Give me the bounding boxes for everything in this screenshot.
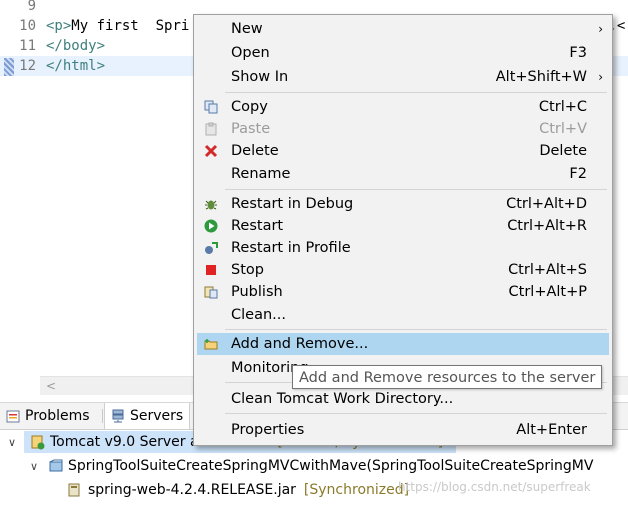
stop-icon [204, 263, 218, 277]
project-name: SpringToolSuiteCreateSpringMVCwithMave(S… [68, 458, 594, 474]
tab-label: Servers [130, 408, 184, 424]
jar-name: spring-web-4.2.4.RELEASE.jar [88, 482, 296, 498]
tab-label: Problems [25, 408, 90, 424]
code-text: <p>My first Spri [46, 18, 190, 34]
line-number: 9 [27, 0, 36, 14]
tree-row-project[interactable]: ∨ SpringToolSuiteCreateSpringMVCwithMave… [30, 455, 628, 477]
menu-item-delete[interactable]: Delete Delete [197, 140, 609, 162]
menu-separator [225, 329, 607, 330]
restart-icon [204, 219, 218, 233]
expand-chevron-icon[interactable]: ∨ [30, 460, 44, 473]
menu-item-new[interactable]: New › [197, 18, 609, 40]
menu-item-add-and-remove[interactable]: Add and Remove... [197, 333, 609, 355]
menu-separator [225, 413, 607, 414]
copy-icon [204, 100, 218, 114]
menu-item-stop[interactable]: Stop Ctrl+Alt+S [197, 259, 609, 281]
jar-icon [66, 482, 82, 498]
menu-item-copy[interactable]: Copy Ctrl+C [197, 96, 609, 118]
servers-icon [111, 409, 125, 423]
menu-item-clean-tomcat-work-directory[interactable]: Clean Tomcat Work Directory... [197, 388, 609, 410]
change-marker [4, 58, 14, 76]
paste-icon [204, 122, 218, 136]
line-number: 10 [19, 18, 36, 34]
menu-item-clean[interactable]: Clean... [197, 304, 609, 326]
problems-icon [6, 409, 20, 423]
expand-chevron-icon[interactable]: ∨ [8, 436, 16, 449]
submenu-arrow-icon: › [598, 22, 603, 36]
line-number: 11 [19, 38, 36, 54]
menu-item-restart[interactable]: Restart Ctrl+Alt+R [197, 215, 609, 237]
jar-status: [Synchronized] [303, 482, 410, 498]
tab-problems[interactable]: Problems [6, 403, 90, 429]
code-text: </body> [46, 38, 106, 54]
submenu-arrow-icon: › [598, 70, 603, 84]
watermark-text: https://blog.csdn.net/superfreak [398, 480, 591, 494]
menu-item-properties[interactable]: Properties Alt+Enter [197, 419, 609, 441]
tab-separator [102, 409, 103, 423]
menu-item-restart-in-debug[interactable]: Restart in Debug Ctrl+Alt+D [197, 193, 609, 215]
tomcat-server-icon [30, 434, 46, 450]
tooltip: Add and Remove resources to the server [292, 365, 602, 389]
menu-separator [225, 92, 607, 93]
menu-separator [225, 189, 607, 190]
debug-icon [204, 197, 218, 211]
add-remove-icon [204, 337, 218, 351]
menu-item-publish[interactable]: Publish Ctrl+Alt+P [197, 281, 609, 303]
menu-item-paste[interactable]: Paste Ctrl+V [197, 118, 609, 140]
delete-icon [204, 144, 218, 158]
menu-item-open[interactable]: Open F3 [197, 42, 609, 64]
profile-icon [204, 241, 218, 255]
scroll-left-icon[interactable]: < [46, 377, 56, 395]
menu-item-show-in[interactable]: Show In Alt+Shift+W › [197, 66, 609, 88]
code-text: </html> [46, 58, 106, 74]
publish-icon [204, 285, 218, 299]
project-module-icon [48, 458, 64, 474]
tab-servers[interactable]: Servers [104, 403, 191, 429]
menu-item-rename[interactable]: Rename F2 [197, 163, 609, 185]
menu-item-restart-in-profile[interactable]: Restart in Profile [197, 237, 609, 259]
